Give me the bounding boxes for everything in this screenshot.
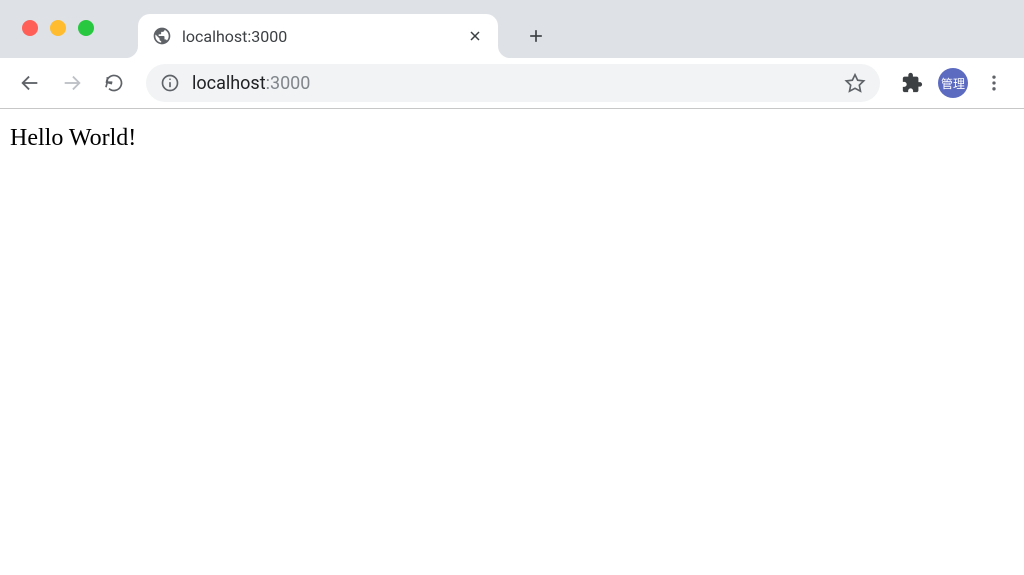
title-bar: localhost:3000 bbox=[0, 0, 1024, 58]
profile-badge[interactable]: 管理 bbox=[938, 68, 968, 98]
globe-icon bbox=[152, 26, 172, 46]
profile-label: 管理 bbox=[941, 75, 965, 92]
tab-strip: localhost:3000 bbox=[138, 0, 554, 58]
window-minimize-button[interactable] bbox=[50, 20, 66, 36]
toolbar: localhost:3000 管理 bbox=[0, 58, 1024, 108]
new-tab-button[interactable] bbox=[518, 18, 554, 54]
url-host: localhost bbox=[192, 73, 266, 94]
forward-button[interactable] bbox=[56, 67, 88, 99]
tab-title: localhost:3000 bbox=[182, 27, 466, 46]
site-info-icon[interactable] bbox=[160, 73, 180, 93]
browser-tab-active[interactable]: localhost:3000 bbox=[138, 14, 498, 58]
back-button[interactable] bbox=[14, 67, 46, 99]
page-body-text: Hello World! bbox=[10, 125, 136, 151]
page-content: Hello World! bbox=[0, 109, 1024, 168]
window-maximize-button[interactable] bbox=[78, 20, 94, 36]
window-controls bbox=[22, 20, 94, 36]
address-bar[interactable]: localhost:3000 bbox=[146, 64, 880, 102]
extensions-icon[interactable] bbox=[896, 72, 928, 94]
window-close-button[interactable] bbox=[22, 20, 38, 36]
tab-close-button[interactable] bbox=[466, 27, 484, 45]
url-text: localhost:3000 bbox=[192, 73, 844, 94]
bookmark-star-icon[interactable] bbox=[844, 72, 866, 94]
browser-chrome: localhost:3000 bbox=[0, 0, 1024, 109]
url-port: :3000 bbox=[266, 73, 311, 94]
menu-button[interactable] bbox=[978, 67, 1010, 99]
reload-button[interactable] bbox=[98, 67, 130, 99]
